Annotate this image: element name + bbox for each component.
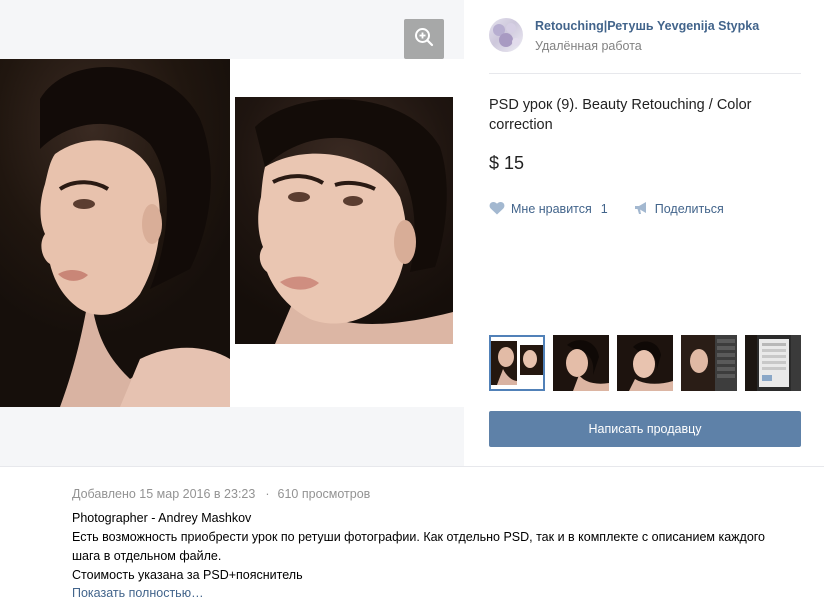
thumbnail-strip	[489, 335, 801, 391]
zoom-in-icon	[414, 27, 434, 52]
thumbnail-before-after[interactable]	[489, 335, 545, 391]
product-title: PSD урок (9). Beauty Retouching / Color …	[489, 97, 752, 133]
thumbnail-photoshop-layers[interactable]	[681, 335, 737, 391]
main-product-image[interactable]	[0, 59, 464, 407]
like-button[interactable]: Мне нравится 1	[489, 201, 608, 218]
contact-seller-button[interactable]: Написать продавцу	[489, 411, 801, 447]
seller-subtitle: Удалённая работа	[535, 39, 642, 53]
views-count: 610 просмотров	[277, 487, 371, 501]
thumbnail-front[interactable]	[617, 335, 673, 391]
thumbnail-profile[interactable]	[553, 335, 609, 391]
product-actions: Мне нравится 1 Поделиться	[489, 200, 724, 218]
like-label: Мне нравится	[511, 202, 592, 216]
seller-name-link[interactable]: Retouching|Ретушь Yevgenija Stypka	[535, 19, 759, 33]
zoom-button[interactable]	[404, 19, 444, 59]
portrait-after-photo	[235, 97, 453, 344]
portrait-before-photo	[0, 59, 230, 407]
product-price: $ 15	[489, 153, 525, 173]
meta-separator: ·	[265, 487, 270, 501]
show-more-link[interactable]: Показать полностью…	[72, 586, 204, 600]
added-date: Добавлено 15 мар 2016 в 23:23	[72, 487, 256, 501]
megaphone-icon	[634, 201, 655, 218]
product-description: Photographer - Andrey Mashkov Есть возмо…	[72, 509, 772, 585]
description-line: Стоимость указана за PSD+пояснитель	[72, 568, 303, 582]
section-divider	[0, 466, 824, 467]
seller-avatar[interactable]	[489, 18, 523, 52]
post-meta: Добавлено 15 мар 2016 в 23:23 · 610 просмо…	[72, 487, 370, 501]
description-line: Есть возможность приобрести урок по рету…	[72, 530, 766, 563]
like-count: 1	[600, 202, 608, 216]
description-line: Photographer - Andrey Mashkov	[72, 511, 252, 525]
thumbnail-photoshop-panel[interactable]	[745, 335, 801, 391]
seller-block: Retouching|Ретушь Yevgenija Stypka Удалё…	[489, 18, 801, 74]
product-gallery	[0, 0, 464, 466]
heart-icon	[489, 201, 511, 218]
share-label: Поделиться	[654, 202, 724, 216]
share-button[interactable]: Поделиться	[634, 201, 724, 218]
